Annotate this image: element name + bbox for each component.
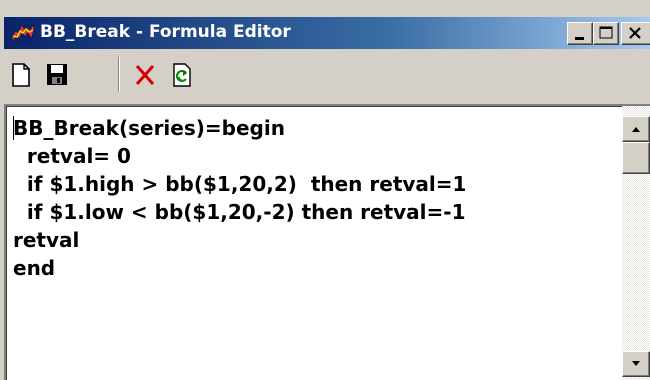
title-bar[interactable]: BB_Break - Formula Editor: [4, 17, 650, 49]
code-line: end: [13, 256, 56, 280]
new-document-button[interactable]: [8, 60, 34, 90]
floppy-disk-icon: [47, 64, 67, 85]
refresh-button[interactable]: [170, 60, 196, 90]
minimize-icon: [575, 37, 584, 40]
toolbar-separator: [118, 57, 120, 91]
code-line: if $1.high > bb($1,20,2) then retval=1: [13, 172, 467, 196]
formula-text-area[interactable]: BB_Break(series)=begin retval= 0 if $1.h…: [4, 104, 650, 380]
scrollbar-thumb[interactable]: [622, 142, 650, 174]
close-icon: [629, 27, 641, 39]
arrow-down-icon: [632, 361, 640, 366]
save-button[interactable]: [44, 60, 70, 90]
chart-app-icon[interactable]: [12, 24, 34, 42]
delete-button[interactable]: [132, 60, 158, 90]
maximize-button[interactable]: [593, 22, 619, 45]
arrow-up-icon: [632, 127, 640, 132]
code-line: retval: [13, 228, 80, 252]
red-x-icon: [135, 65, 155, 85]
code-line: BB_Break(series)=begin: [13, 116, 285, 140]
scroll-down-button[interactable]: [622, 351, 650, 377]
refresh-icon: [173, 63, 191, 87]
formula-editor-window: BB_Break - Formula Editor BB_Break(serie…: [0, 0, 650, 380]
maximize-icon: [599, 26, 613, 39]
window-title: BB_Break - Formula Editor: [40, 22, 291, 42]
new-document-icon: [12, 63, 30, 87]
vertical-scrollbar[interactable]: [622, 106, 650, 380]
scroll-up-button[interactable]: [622, 116, 650, 142]
code-line: if $1.low < bb($1,20,-2) then retval=-1: [13, 200, 466, 224]
minimize-button[interactable]: [567, 22, 593, 45]
toolbar: [4, 50, 650, 100]
code-content[interactable]: BB_Break(series)=begin retval= 0 if $1.h…: [6, 106, 622, 380]
close-button[interactable]: [621, 22, 650, 45]
code-line: retval= 0: [13, 144, 131, 168]
